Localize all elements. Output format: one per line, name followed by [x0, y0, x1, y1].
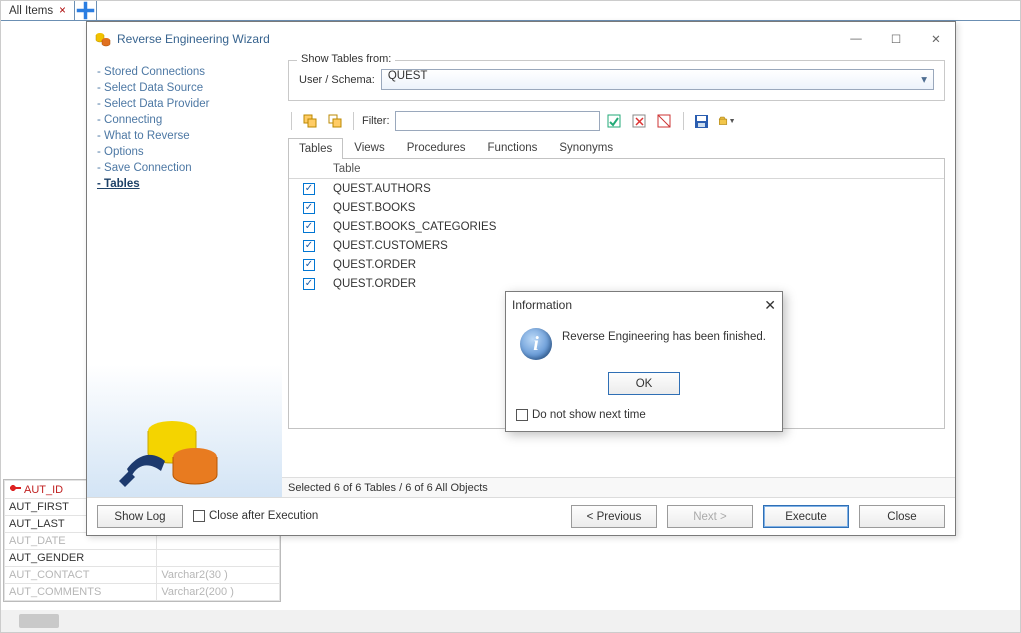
scroll-thumb[interactable]	[19, 614, 59, 628]
save-icon[interactable]	[692, 111, 712, 131]
close-button[interactable]: Close	[859, 505, 945, 528]
row-checkbox[interactable]	[303, 221, 315, 233]
execute-button[interactable]: Execute	[763, 505, 849, 528]
attr-name: AUT_COMMENTS	[5, 584, 157, 601]
schema-dropdown[interactable]: QUEST	[381, 69, 934, 90]
row-name: QUEST.ORDER	[333, 259, 416, 271]
show-tables-fieldset: Show Tables from: User / Schema: QUEST	[288, 60, 945, 101]
row-name: QUEST.CUSTOMERS	[333, 240, 448, 252]
attr-name: AUT_ID	[24, 484, 63, 496]
filter-input[interactable]	[395, 111, 600, 131]
wizard-step[interactable]: - Stored Connections	[97, 64, 272, 80]
document-tab-strip: All Items ×	[1, 1, 1020, 21]
subtab-functions[interactable]: Functions	[477, 137, 549, 158]
minimize-button[interactable]: —	[841, 28, 871, 50]
open-dropdown-button[interactable]: ▼	[717, 111, 737, 131]
table-row[interactable]: QUEST.BOOKS_CATEGORIES	[289, 217, 944, 236]
schema-label: User / Schema:	[299, 74, 375, 86]
subtab-tables[interactable]: Tables	[288, 138, 343, 159]
attr-name: AUT_GENDER	[5, 550, 157, 567]
row-checkbox[interactable]	[303, 278, 315, 290]
plus-icon	[75, 0, 96, 21]
row-name: QUEST.ORDER	[333, 278, 416, 290]
primary-key-icon	[9, 483, 21, 493]
row-name: QUEST.BOOKS_CATEGORIES	[333, 221, 496, 233]
ok-button[interactable]: OK	[608, 372, 680, 395]
object-type-tabs: Tables Views Procedures Functions Synony…	[288, 137, 945, 159]
previous-button[interactable]: < Previous	[571, 505, 657, 528]
wizard-title: Reverse Engineering Wizard	[117, 32, 270, 46]
subtab-views[interactable]: Views	[343, 137, 395, 158]
tables-toolbar: Filter: ▼	[288, 107, 945, 137]
wizard-icon	[95, 31, 111, 47]
row-checkbox[interactable]	[303, 202, 315, 214]
dialog-message: Reverse Engineering has been finished.	[562, 328, 766, 360]
wizard-footer: Show Log Close after Execution < Previou…	[87, 497, 955, 535]
wizard-step[interactable]: - Save Connection	[97, 160, 272, 176]
row-checkbox[interactable]	[303, 183, 315, 195]
close-after-execution-checkbox[interactable]: Close after Execution	[193, 510, 318, 522]
wizard-step-list: - Stored Connections - Select Data Sourc…	[97, 64, 272, 192]
check-all-visible-button[interactable]	[605, 111, 625, 131]
row-checkbox[interactable]	[303, 259, 315, 271]
row-name: QUEST.AUTHORS	[333, 183, 431, 195]
filter-label: Filter:	[362, 115, 390, 127]
wizard-step[interactable]: - Select Data Provider	[97, 96, 272, 112]
app-root: All Items × ORDER_DETAILS AUT_ID AUT_FIR…	[0, 0, 1021, 633]
fieldset-legend: Show Tables from:	[297, 53, 395, 65]
reverse-engineering-wizard-window: Reverse Engineering Wizard — ☐ ✕ - Store…	[86, 21, 956, 536]
schema-value: QUEST	[388, 70, 428, 82]
wizard-step[interactable]: - Connecting	[97, 112, 272, 128]
checkbox-icon	[193, 510, 205, 522]
show-log-button[interactable]: Show Log	[97, 505, 183, 528]
uncheck-all-button[interactable]	[630, 111, 650, 131]
deselect-all-button[interactable]	[325, 111, 345, 131]
wizard-step-sidebar: - Stored Connections - Select Data Sourc…	[87, 56, 282, 497]
dialog-close-icon[interactable]: ✕	[764, 297, 776, 314]
table-row[interactable]: QUEST.BOOKS	[289, 198, 944, 217]
selection-status: Selected 6 of 6 Tables / 6 of 6 All Obje…	[282, 477, 955, 497]
attr-type: Varchar2(30 )	[157, 567, 280, 584]
table-row[interactable]: QUEST.AUTHORS	[289, 179, 944, 198]
subtab-procedures[interactable]: Procedures	[396, 137, 477, 158]
next-button: Next >	[667, 505, 753, 528]
checkbox-icon	[516, 409, 528, 421]
do-not-show-checkbox[interactable]: Do not show next time	[516, 409, 646, 421]
attr-name: AUT_CONTACT	[5, 567, 157, 584]
wizard-artwork	[117, 409, 227, 492]
row-checkbox[interactable]	[303, 240, 315, 252]
horizontal-scrollbar[interactable]	[1, 610, 1020, 632]
subtab-synonyms[interactable]: Synonyms	[548, 137, 624, 158]
wizard-titlebar: Reverse Engineering Wizard — ☐ ✕	[87, 22, 955, 56]
document-tab-all-items[interactable]: All Items ×	[1, 1, 75, 20]
wizard-step[interactable]: - Options	[97, 144, 272, 160]
close-icon[interactable]: ×	[59, 5, 66, 17]
wizard-step[interactable]: - Select Data Source	[97, 80, 272, 96]
new-document-button[interactable]	[75, 1, 97, 20]
document-tab-label: All Items	[9, 5, 53, 17]
attr-type	[157, 550, 280, 567]
dialog-title: Information	[512, 298, 572, 312]
dialog-titlebar: Information ✕	[506, 292, 782, 318]
select-all-button[interactable]	[300, 111, 320, 131]
information-dialog: Information ✕ i Reverse Engineering has …	[505, 291, 783, 432]
table-row[interactable]: QUEST.ORDER	[289, 255, 944, 274]
attr-type: Varchar2(200 )	[157, 584, 280, 601]
invert-selection-button[interactable]	[655, 111, 675, 131]
row-name: QUEST.BOOKS	[333, 202, 415, 214]
close-window-button[interactable]: ✕	[921, 28, 951, 50]
grid-header-table: Table	[333, 163, 361, 175]
maximize-button[interactable]: ☐	[881, 28, 911, 50]
wizard-step-current[interactable]: - Tables	[97, 176, 272, 192]
wizard-step[interactable]: - What to Reverse	[97, 128, 272, 144]
table-row[interactable]: QUEST.CUSTOMERS	[289, 236, 944, 255]
info-icon: i	[520, 328, 552, 360]
